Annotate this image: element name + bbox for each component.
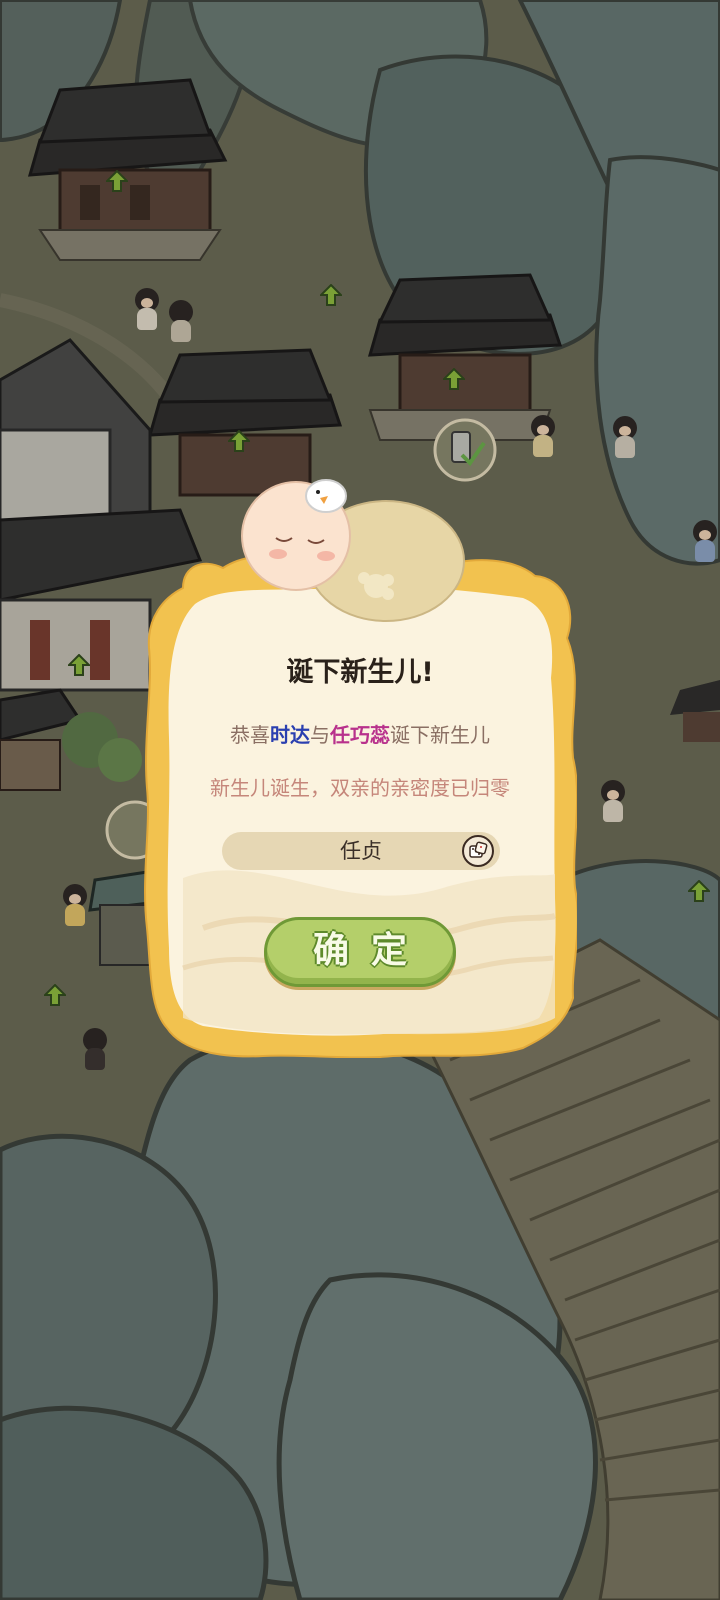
intimacy-reset-notice: 新生儿诞生，双亲的亲密度已归零 xyxy=(210,776,510,800)
baby-name[interactable]: 任贞 xyxy=(222,832,500,870)
baby-name-field[interactable]: 任贞 xyxy=(222,832,500,870)
dice-icon xyxy=(469,841,488,858)
mother-name: 任巧蕊 xyxy=(330,723,390,747)
congrats-suffix: 诞下新生儿 xyxy=(390,723,490,747)
connector-text: 与 xyxy=(310,723,330,747)
congrats-prefix: 恭喜 xyxy=(230,723,270,747)
newborn-illustration xyxy=(241,479,465,622)
confirm-button[interactable]: 确定 xyxy=(264,917,456,987)
dialog-title: 诞下新生儿! xyxy=(286,657,434,688)
randomize-name-button[interactable] xyxy=(462,835,494,867)
congrats-message: 恭喜时达与任巧蕊诞下新生儿 xyxy=(0,719,720,748)
confirm-label: 确定 xyxy=(312,930,429,971)
father-name: 时达 xyxy=(270,723,310,747)
